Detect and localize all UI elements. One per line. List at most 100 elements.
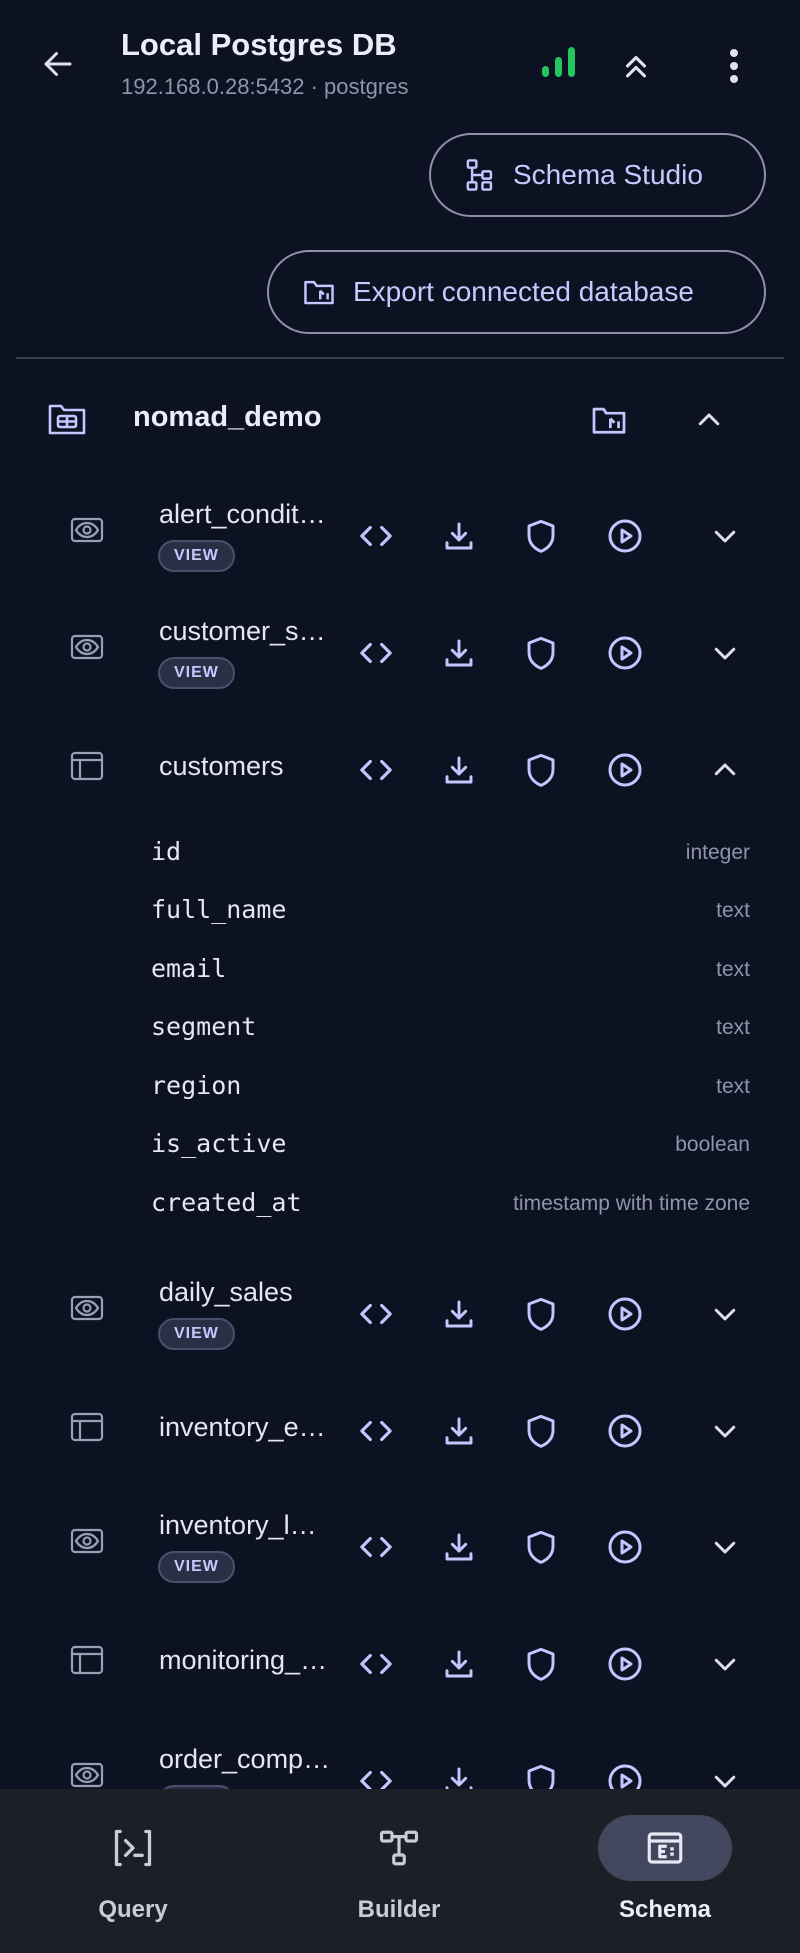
- download-icon: [443, 1298, 475, 1330]
- show-ddl-button[interactable]: [351, 511, 401, 561]
- column-row: segment text: [0, 1000, 800, 1058]
- back-button[interactable]: [30, 36, 86, 92]
- table-icon: [70, 1645, 104, 1675]
- object-row[interactable]: monitoring_events: [0, 1611, 800, 1711]
- expand-toggle-button[interactable]: [700, 1406, 750, 1456]
- play-circle-icon: [607, 635, 643, 671]
- view-eye-icon: [70, 634, 104, 660]
- code-icon: [359, 1647, 393, 1681]
- show-ddl-button[interactable]: [351, 628, 401, 678]
- object-row[interactable]: inventory_levels VIEW: [0, 1494, 800, 1594]
- nav-tab-schema[interactable]: Schema: [532, 1789, 798, 1953]
- chevron-down-icon: [710, 521, 740, 551]
- export-database-label: Export connected database: [353, 276, 694, 307]
- chevron-down-icon: [710, 1532, 740, 1562]
- section-divider: [16, 357, 784, 359]
- view-eye-icon: [70, 1528, 104, 1554]
- run-query-button[interactable]: [600, 511, 650, 561]
- schema-name: nomad_demo: [133, 401, 322, 433]
- shield-icon: [525, 518, 557, 554]
- expand-toggle-button[interactable]: [700, 1522, 750, 1572]
- chevron-down-icon: [710, 1649, 740, 1679]
- object-row[interactable]: alert_conditions VIEW: [0, 483, 800, 583]
- show-ddl-button[interactable]: [351, 745, 401, 795]
- download-button[interactable]: [434, 628, 484, 678]
- permissions-button[interactable]: [516, 511, 566, 561]
- object-row[interactable]: inventory_events: [0, 1378, 800, 1478]
- column-name: full_name: [151, 895, 287, 924]
- object-name: order_completions: [159, 1744, 331, 1774]
- column-name: segment: [151, 1012, 257, 1041]
- schema-header[interactable]: nomad_demo: [0, 383, 800, 455]
- expand-toggle-button[interactable]: [700, 1289, 750, 1339]
- object-row[interactable]: daily_sales VIEW: [0, 1261, 800, 1361]
- run-query-button[interactable]: [600, 628, 650, 678]
- download-button[interactable]: [434, 1639, 484, 1689]
- collapse-header-button[interactable]: [610, 40, 662, 92]
- play-circle-icon: [607, 752, 643, 788]
- play-circle-icon: [607, 1296, 643, 1332]
- download-button[interactable]: [434, 1406, 484, 1456]
- database-schema-icon: [48, 401, 86, 435]
- object-row[interactable]: customer_summary VIEW: [0, 600, 800, 700]
- download-icon: [443, 520, 475, 552]
- expand-toggle-button[interactable]: [700, 511, 750, 561]
- permissions-button[interactable]: [516, 1289, 566, 1339]
- chevron-down-icon: [710, 638, 740, 668]
- column-type: text: [716, 1075, 750, 1098]
- play-circle-icon: [607, 1413, 643, 1449]
- table-icon: [70, 1412, 104, 1442]
- permissions-button[interactable]: [516, 1639, 566, 1689]
- object-name: customers: [159, 751, 284, 781]
- schema-collapse-button[interactable]: [684, 397, 734, 443]
- view-eye-icon: [70, 1295, 104, 1321]
- export-database-button[interactable]: Export connected database: [267, 250, 766, 334]
- signal-strength-icon: [541, 46, 577, 78]
- run-query-button[interactable]: [600, 1639, 650, 1689]
- permissions-button[interactable]: [516, 745, 566, 795]
- permissions-button[interactable]: [516, 628, 566, 678]
- run-query-button[interactable]: [600, 1289, 650, 1339]
- download-button[interactable]: [434, 745, 484, 795]
- show-ddl-button[interactable]: [351, 1522, 401, 1572]
- column-row: id integer: [0, 825, 800, 883]
- expand-toggle-button[interactable]: [700, 1639, 750, 1689]
- schema-studio-button[interactable]: Schema Studio: [429, 133, 766, 217]
- view-badge: VIEW: [158, 657, 235, 689]
- download-button[interactable]: [434, 1289, 484, 1339]
- object-row[interactable]: customers: [0, 717, 800, 817]
- show-ddl-button[interactable]: [351, 1639, 401, 1689]
- permissions-button[interactable]: [516, 1522, 566, 1572]
- object-name: daily_sales: [159, 1277, 293, 1307]
- column-name: email: [151, 954, 227, 983]
- more-options-button[interactable]: [708, 40, 760, 92]
- show-ddl-button[interactable]: [351, 1406, 401, 1456]
- play-circle-icon: [607, 1646, 643, 1682]
- schema-export-button[interactable]: [584, 397, 634, 443]
- folder-export-icon: [592, 407, 626, 434]
- nav-tab-builder[interactable]: Builder: [266, 1789, 532, 1953]
- column-row: created_at timestamp with time zone: [0, 1176, 800, 1234]
- expand-toggle-button[interactable]: [700, 628, 750, 678]
- shield-icon: [525, 1413, 557, 1449]
- shield-icon: [525, 752, 557, 788]
- nav-label-builder: Builder: [357, 1896, 441, 1923]
- run-query-button[interactable]: [600, 1406, 650, 1456]
- shield-icon: [525, 1646, 557, 1682]
- download-icon: [443, 637, 475, 669]
- flow-builder-icon: [379, 1830, 419, 1866]
- run-query-button[interactable]: [600, 1522, 650, 1572]
- show-ddl-button[interactable]: [351, 1289, 401, 1339]
- chevron-up-icon: [710, 755, 740, 785]
- permissions-button[interactable]: [516, 1406, 566, 1456]
- chevron-up-icon: [698, 413, 720, 426]
- download-button[interactable]: [434, 1522, 484, 1572]
- expand-toggle-button[interactable]: [700, 745, 750, 795]
- download-button[interactable]: [434, 511, 484, 561]
- column-type: boolean: [675, 1133, 750, 1156]
- code-icon: [359, 1414, 393, 1448]
- shield-icon: [525, 635, 557, 671]
- nav-tab-query[interactable]: Query: [0, 1789, 266, 1953]
- download-icon: [443, 1415, 475, 1447]
- run-query-button[interactable]: [600, 745, 650, 795]
